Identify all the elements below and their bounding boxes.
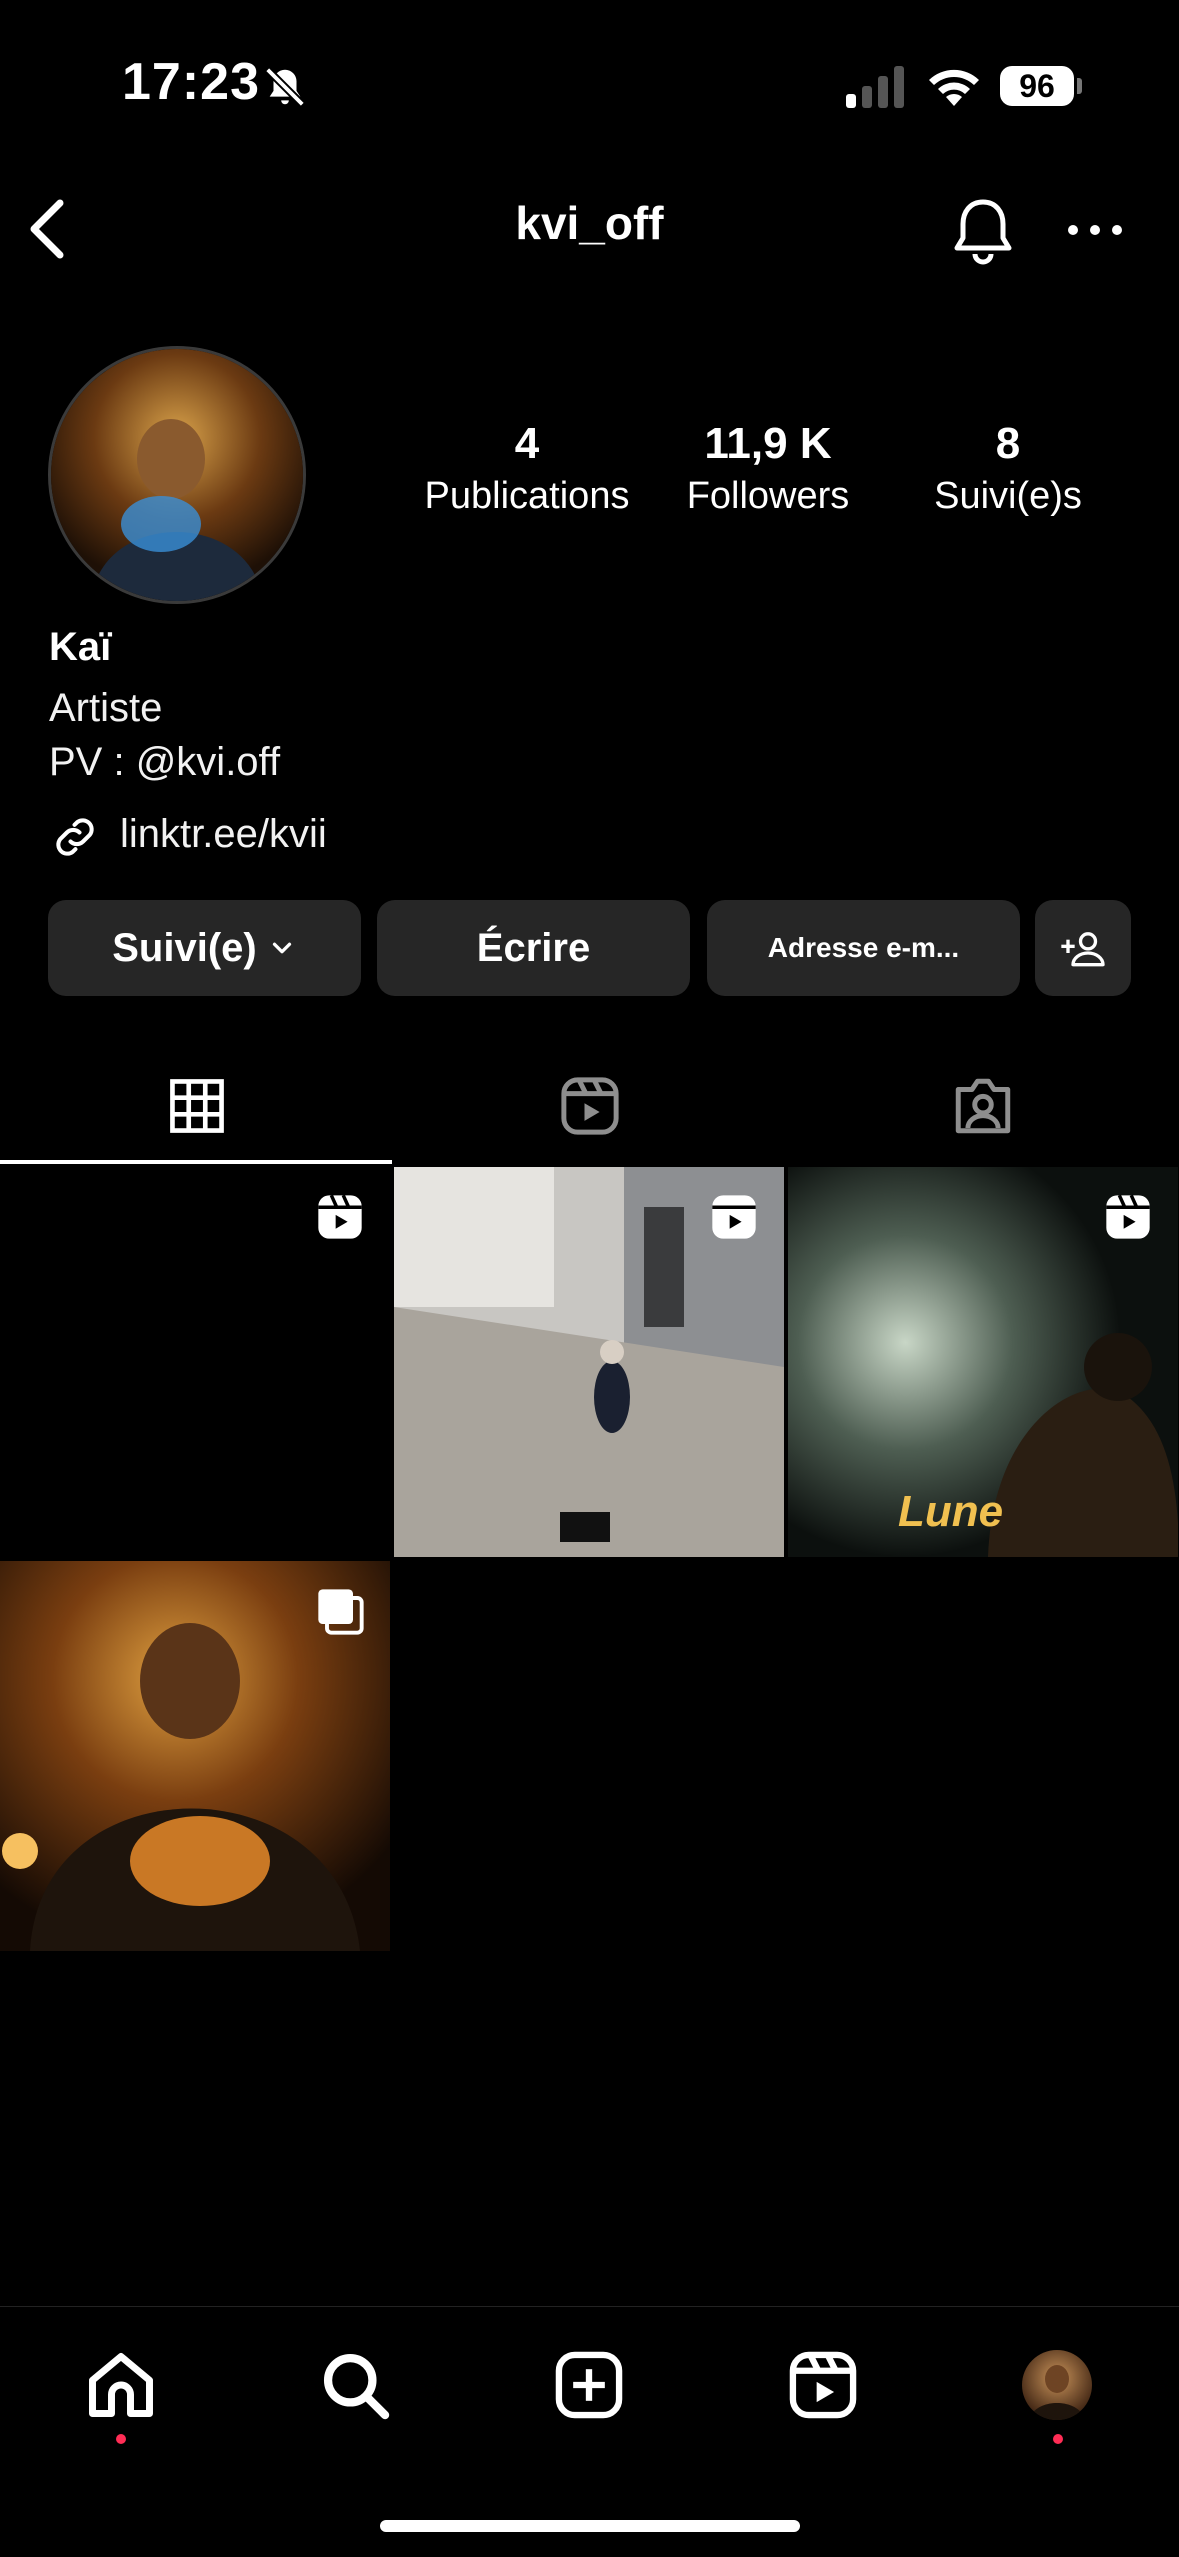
nav-reels[interactable] — [778, 2340, 868, 2430]
home-indicator — [380, 2520, 800, 2532]
post-thumbnail[interactable] — [0, 1561, 390, 1951]
post-caption: Lune — [898, 1487, 1004, 1536]
avatar[interactable] — [48, 346, 306, 604]
nav-profile[interactable] — [1012, 2340, 1102, 2430]
tab-posts[interactable] — [0, 1050, 393, 1162]
following-button[interactable]: Suivi(e) — [48, 900, 361, 996]
add-user-button[interactable] — [1035, 900, 1131, 996]
reels-icon — [789, 2351, 857, 2419]
bell-icon[interactable] — [948, 194, 1018, 268]
bio-link[interactable]: linktr.ee/kvii — [120, 812, 327, 857]
stat-value: 11,9 K — [704, 419, 832, 468]
stat-followers[interactable]: 11,9 K Followers — [648, 416, 888, 520]
wifi-icon — [929, 69, 979, 106]
following-button-label: Suivi(e) — [112, 925, 257, 970]
tab-tagged[interactable] — [786, 1050, 1179, 1162]
link-icon — [56, 818, 94, 856]
display-name: Kaï — [49, 625, 112, 669]
email-button-label: Adresse e-m... — [767, 932, 960, 963]
add-user-icon — [1061, 932, 1105, 967]
tab-reels[interactable] — [393, 1050, 786, 1162]
reel-badge-icon — [1106, 1194, 1150, 1239]
nav-search[interactable] — [310, 2340, 400, 2430]
reel-badge-icon — [318, 1194, 362, 1239]
stat-following[interactable]: 8 Suivi(e)s — [888, 416, 1128, 520]
battery-tip — [1077, 78, 1082, 94]
post-thumbnail[interactable]: Lune — [788, 1167, 1178, 1557]
home-icon — [89, 2353, 153, 2417]
nav-home[interactable] — [76, 2340, 166, 2430]
stat-value: 8 — [995, 419, 1021, 468]
notification-dot — [1053, 2434, 1063, 2444]
profile-avatar — [1022, 2350, 1092, 2420]
message-button-label: Écrire — [476, 925, 591, 970]
battery-indicator: 96 — [1000, 66, 1074, 106]
bio-text: PV : @kvi.off — [49, 740, 281, 784]
chevron-down-icon — [272, 942, 291, 954]
avatar-image — [51, 349, 303, 601]
bell-slash-icon — [265, 67, 305, 107]
active-tab-indicator — [0, 1160, 392, 1164]
stat-label: Suivi(e)s — [934, 475, 1082, 517]
tagged-icon — [955, 1078, 1010, 1134]
stat-label: Followers — [686, 475, 850, 517]
post-thumbnail[interactable] — [394, 1167, 784, 1557]
stat-label: Publications — [424, 475, 630, 517]
stat-value: 4 — [514, 419, 540, 468]
reels-icon — [560, 1077, 619, 1135]
profile-category: Artiste — [49, 686, 163, 730]
search-icon — [323, 2353, 390, 2420]
reel-badge-icon — [712, 1195, 756, 1239]
post-thumbnail[interactable] — [0, 1167, 390, 1557]
status-time: 17:23 — [122, 53, 260, 111]
message-button[interactable]: Écrire — [377, 900, 690, 996]
stat-publications[interactable]: 4 Publications — [407, 416, 647, 520]
email-button[interactable]: Adresse e-m... — [707, 900, 1020, 996]
signal-icon — [846, 66, 904, 108]
create-icon — [555, 2351, 623, 2419]
nav-create[interactable] — [544, 2340, 634, 2430]
notification-dot — [116, 2434, 126, 2444]
carousel-badge-icon — [318, 1589, 364, 1635]
more-icon[interactable] — [1065, 210, 1125, 250]
grid-icon — [169, 1079, 224, 1133]
